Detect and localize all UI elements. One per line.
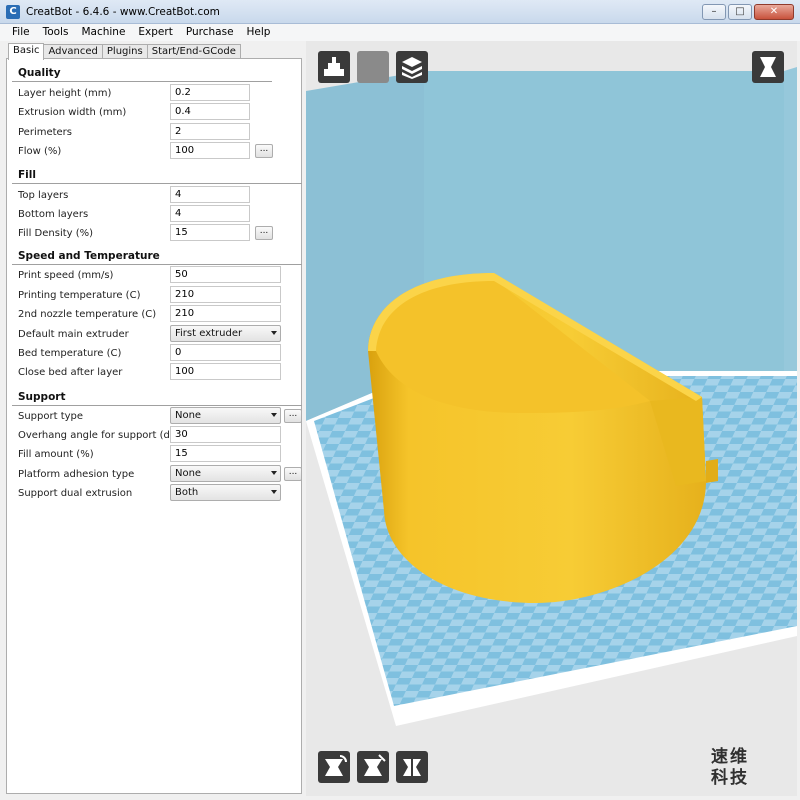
menu-purchase[interactable]: Purchase — [180, 24, 241, 41]
close-button[interactable]: ✕ — [754, 4, 794, 20]
fill-amount-label: Fill amount (%) — [18, 449, 94, 460]
brand-line-2: 科技 — [711, 768, 749, 788]
rotate-button[interactable] — [318, 751, 350, 783]
view-mode-icon — [752, 51, 784, 83]
tab-start-end-gcode[interactable]: Start/End-GCode — [146, 44, 241, 59]
overhang-angle-input[interactable]: 30 — [170, 426, 281, 443]
minimize-button[interactable]: – — [702, 4, 726, 20]
brand-line-1: 速维 — [711, 747, 749, 767]
section-divider — [12, 81, 272, 82]
printing-temperature-input[interactable]: 210 — [170, 286, 281, 303]
chevron-down-icon — [271, 331, 277, 335]
close-bed-label: Close bed after layer — [18, 367, 123, 378]
menu-machine[interactable]: Machine — [75, 24, 132, 41]
platform-adhesion-value: None — [175, 468, 202, 479]
3d-viewport[interactable]: 速维 科技 — [306, 41, 797, 796]
section-fill: Fill — [18, 169, 36, 181]
menu-file[interactable]: File — [6, 24, 37, 41]
perimeters-label: Perimeters — [18, 127, 73, 138]
fill-density-input[interactable]: 15 — [170, 224, 250, 241]
close-bed-input[interactable]: 100 — [170, 363, 281, 380]
main-extruder-label: Default main extruder — [18, 329, 129, 340]
settings-panel: Basic Advanced Plugins Start/End-GCode Q… — [0, 41, 304, 796]
menu-help[interactable]: Help — [241, 24, 278, 41]
tab-plugins[interactable]: Plugins — [101, 44, 148, 59]
title-bar: C CreatBot - 6.4.6 - www.CreatBot.com – … — [0, 0, 800, 24]
load-model-icon — [318, 51, 350, 83]
chevron-down-icon — [271, 490, 277, 494]
platform-adhesion-label: Platform adhesion type — [18, 469, 135, 480]
support-type-select[interactable]: None — [170, 407, 281, 424]
chevron-down-icon — [271, 413, 277, 417]
view-mode-button[interactable] — [752, 51, 784, 83]
save-icon — [357, 51, 389, 83]
scale-button[interactable] — [357, 751, 389, 783]
support-type-value: None — [175, 410, 202, 421]
flow-input[interactable]: 100 — [170, 142, 250, 159]
perimeters-input[interactable]: 2 — [170, 123, 250, 140]
bottom-layers-label: Bottom layers — [18, 209, 89, 220]
bed-temperature-input[interactable]: 0 — [170, 344, 281, 361]
fill-density-more-button[interactable]: ... — [255, 226, 273, 240]
tab-advanced[interactable]: Advanced — [43, 44, 103, 59]
support-dual-extrusion-value: Both — [175, 487, 199, 498]
overhang-angle-label: Overhang angle for support (deg) — [18, 430, 187, 441]
section-divider — [12, 183, 302, 184]
support-dual-extrusion-label: Support dual extrusion — [18, 488, 133, 499]
save-button[interactable] — [357, 51, 389, 83]
window-title: CreatBot - 6.4.6 - www.CreatBot.com — [26, 6, 220, 18]
section-support: Support — [18, 391, 66, 403]
section-speed-temperature: Speed and Temperature — [18, 250, 160, 262]
build-volume-right-wall — [784, 67, 797, 371]
basic-tab-content: Quality Layer height (mm) 0.2 Extrusion … — [6, 58, 302, 794]
platform-adhesion-select[interactable]: None — [170, 465, 281, 482]
scene-svg — [306, 41, 797, 796]
fill-amount-input[interactable]: 15 — [170, 445, 281, 462]
maximize-button[interactable]: □ — [728, 4, 752, 20]
layers-view-icon — [396, 51, 428, 83]
load-model-button[interactable] — [318, 51, 350, 83]
rotate-icon — [318, 751, 350, 783]
platform-adhesion-more-button[interactable]: ... — [284, 467, 302, 481]
settings-tabs: Basic Advanced Plugins Start/End-GCode — [8, 43, 241, 60]
menu-bar: File Tools Machine Expert Purchase Help — [0, 24, 800, 41]
section-divider — [12, 405, 302, 406]
menu-tools[interactable]: Tools — [37, 24, 76, 41]
mirror-icon — [396, 751, 428, 783]
flow-label: Flow (%) — [18, 146, 62, 157]
section-divider — [12, 264, 302, 265]
brand-watermark: 速维 科技 — [708, 747, 752, 789]
bed-temperature-label: Bed temperature (C) — [18, 348, 122, 359]
layer-height-input[interactable]: 0.2 — [170, 84, 250, 101]
layers-view-button[interactable] — [396, 51, 428, 83]
chevron-down-icon — [271, 471, 277, 475]
tab-basic[interactable]: Basic — [8, 43, 45, 60]
support-type-more-button[interactable]: ... — [284, 409, 302, 423]
layer-height-label: Layer height (mm) — [18, 88, 112, 99]
mirror-button[interactable] — [396, 751, 428, 783]
nozzle2-temperature-label: 2nd nozzle temperature (C) — [18, 309, 157, 320]
top-layers-label: Top layers — [18, 190, 69, 201]
support-type-label: Support type — [18, 411, 84, 422]
section-quality: Quality — [18, 67, 61, 79]
main-extruder-select[interactable]: First extruder — [170, 325, 281, 342]
extrusion-width-label: Extrusion width (mm) — [18, 107, 127, 118]
flow-more-button[interactable]: ... — [255, 144, 273, 158]
print-speed-input[interactable]: 50 — [170, 266, 281, 283]
model-tab — [706, 459, 718, 483]
menu-expert[interactable]: Expert — [132, 24, 179, 41]
creatbot-app-icon: C — [6, 5, 20, 19]
print-speed-label: Print speed (mm/s) — [18, 270, 114, 281]
bottom-layers-input[interactable]: 4 — [170, 205, 250, 222]
top-layers-input[interactable]: 4 — [170, 186, 250, 203]
main-extruder-value: First extruder — [175, 328, 243, 339]
support-dual-extrusion-select[interactable]: Both — [170, 484, 281, 501]
printing-temperature-label: Printing temperature (C) — [18, 290, 141, 301]
extrusion-width-input[interactable]: 0.4 — [170, 103, 250, 120]
scale-icon — [357, 751, 389, 783]
nozzle2-temperature-input[interactable]: 210 — [170, 305, 281, 322]
fill-density-label: Fill Density (%) — [18, 228, 94, 239]
